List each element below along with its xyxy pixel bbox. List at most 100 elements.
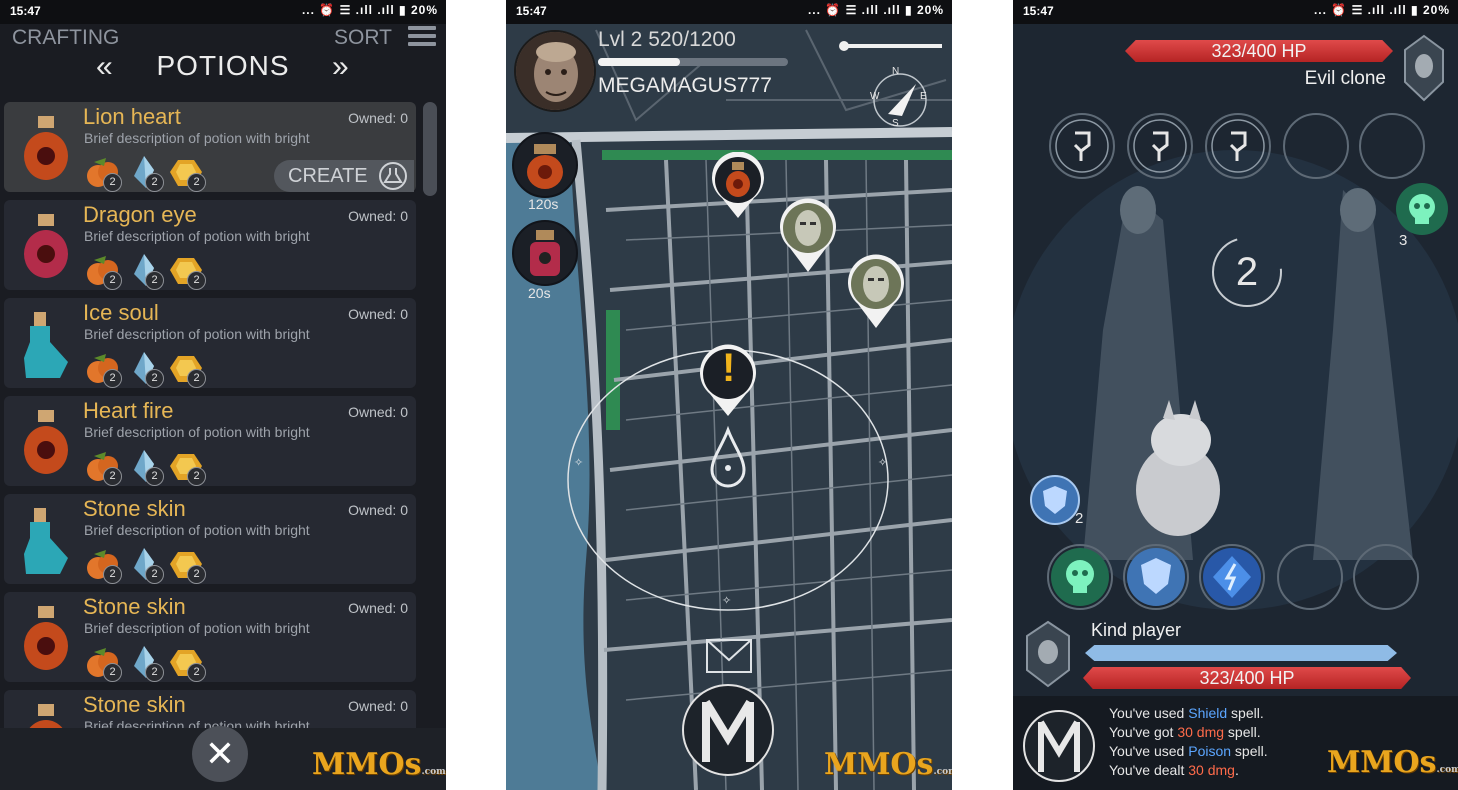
watermark-brand: MMOs (824, 747, 934, 782)
mmos-watermark: MMOs.com (312, 747, 446, 782)
ingredient-count: 2 (187, 467, 206, 486)
list-scrollbar[interactable] (423, 102, 437, 196)
xp-bar (598, 58, 788, 66)
log-line: You've dealt 30 dmg. (1109, 761, 1268, 780)
enemy-spell-rune[interactable] (1049, 113, 1115, 179)
quest-alert-icon: ! (722, 346, 736, 390)
game-logo-icon[interactable] (1021, 708, 1097, 784)
player-avatar[interactable] (514, 30, 596, 112)
map-pin-enemy[interactable] (844, 254, 908, 332)
log-highlight: Shield (1188, 705, 1228, 721)
status-time: 15:47 (10, 4, 41, 18)
map-pin-potion[interactable] (708, 152, 768, 222)
sort-menu-icon[interactable] (408, 26, 436, 48)
bottom-bar: ✕ MMOs.com (0, 726, 446, 790)
spell-poison[interactable] (1047, 544, 1113, 610)
player-hp-bar: 323/400 HP (1083, 667, 1411, 689)
log-line: You've used Poison spell. (1109, 742, 1268, 761)
potion-name: Stone skin (83, 594, 186, 619)
active-potion-fire[interactable] (512, 132, 578, 198)
compass-s: S (892, 118, 899, 129)
compass-e: E (920, 91, 927, 102)
potion-card[interactable]: Ice soul Owned: 0 Brief description of pot… (4, 298, 416, 388)
log-text: . (1234, 762, 1239, 778)
spell-empty[interactable] (1353, 544, 1419, 610)
map-pin-enemy[interactable] (776, 198, 840, 276)
round-counter: 2 (1235, 250, 1259, 294)
potion-name: Heart fire (83, 398, 174, 423)
active-potion-dragon[interactable] (512, 220, 578, 286)
ingredient-count: 2 (145, 369, 164, 388)
spell-empty[interactable] (1277, 544, 1343, 610)
potion-card[interactable]: Heart fire Owned: 0 Brief description of p… (4, 396, 416, 486)
lightning-spell-icon (1203, 548, 1261, 606)
ingredient-count: 2 (103, 467, 122, 486)
potion-description: Brief description of potion with bright (84, 620, 310, 636)
log-line: You've used Shield spell. (1109, 704, 1268, 723)
player-portrait-icon[interactable] (1019, 618, 1077, 690)
player-level: Lvl 2 520/1200 (598, 28, 736, 51)
sort-label[interactable]: SORT (334, 26, 392, 50)
svg-text:✧: ✧ (574, 456, 583, 469)
main-menu-logo-button[interactable] (680, 682, 776, 778)
log-highlight: Poison (1188, 743, 1232, 759)
spell-shield[interactable] (1123, 544, 1189, 610)
enemy-spell-rune[interactable] (1205, 113, 1271, 179)
category-title: POTIONS (156, 50, 290, 81)
compass-n: N (892, 66, 900, 77)
ingredient-count: 2 (145, 663, 164, 682)
log-highlight: 30 dmg (1177, 724, 1225, 740)
xp-bar-fill (598, 58, 681, 66)
potion-description: Brief description of potion with bright (84, 228, 310, 244)
create-label: CREATE (288, 165, 368, 187)
status-time: 15:47 (516, 4, 547, 18)
spell-lightning[interactable] (1199, 544, 1265, 610)
honey-ingredient: 2 (168, 154, 206, 192)
berry-ingredient: 2 (84, 546, 122, 584)
next-category-button[interactable]: » (332, 50, 349, 84)
poison-skull-icon[interactable] (1393, 180, 1451, 238)
potion-card[interactable]: Stone skin Owned: 0 Brief description of p… (4, 494, 416, 584)
honey-ingredient: 2 (168, 546, 206, 584)
potion-owned-count: Owned: 0 (348, 502, 408, 518)
log-line: You've got 30 dmg spell. (1109, 723, 1268, 742)
map-screen: ✧ ✧ ✧ 15:47 ... ⏰ ☰ .ıll .ıll ▮ 20% Lvl … (506, 0, 952, 790)
enemy-spell-rune[interactable] (1127, 113, 1193, 179)
fire-potion-icon (527, 144, 563, 189)
player-name: Kind player (1091, 620, 1182, 640)
potion-card[interactable]: Lion heart Owned: 0 Brief description of p… (4, 102, 416, 192)
enemy-spell-empty[interactable] (1283, 113, 1349, 179)
enemy-portrait-icon[interactable] (1397, 32, 1451, 104)
potion-name: Ice soul (83, 300, 159, 325)
ingredient-count: 2 (145, 565, 164, 584)
ingredient-count: 2 (187, 663, 206, 682)
ingredient-count: 2 (187, 565, 206, 584)
close-button[interactable]: ✕ (192, 726, 248, 782)
crystal-ingredient: 2 (126, 252, 164, 290)
shield-buff-icon[interactable] (1029, 474, 1081, 526)
berry-ingredient: 2 (84, 448, 122, 486)
ingredient-count: 2 (187, 173, 206, 192)
ingredient-count: 2 (103, 565, 122, 584)
status-icons: ... ⏰ ☰ .ıll .ıll ▮ 20% (808, 3, 944, 17)
potion-card[interactable]: Dragon eye Owned: 0 Brief description of p… (4, 200, 416, 290)
dragon-potion-icon (530, 230, 560, 276)
rune-glyph-icon (1211, 119, 1265, 173)
potion-owned-count: Owned: 0 (348, 110, 408, 126)
berry-ingredient: 2 (84, 350, 122, 388)
potion-bottle-icon (24, 606, 68, 670)
ingredient-count: 2 (103, 271, 122, 290)
ingredient-count: 2 (187, 271, 206, 290)
honey-ingredient: 2 (168, 448, 206, 486)
ingredient-count: 2 (103, 173, 122, 192)
honey-ingredient: 2 (168, 252, 206, 290)
enemy-name: Evil clone (1304, 68, 1386, 89)
create-button[interactable]: CREATE (274, 160, 414, 192)
enemy-spell-empty[interactable] (1359, 113, 1425, 179)
log-text: spell. (1231, 743, 1268, 759)
mail-icon[interactable] (705, 636, 753, 676)
potion-card[interactable]: Stone skin Owned: 0 Brief description of p… (4, 592, 416, 682)
enemy-buff-count: 3 (1399, 232, 1408, 249)
berry-ingredient: 2 (84, 252, 122, 290)
mmos-watermark: MMOs.com (1327, 745, 1458, 780)
